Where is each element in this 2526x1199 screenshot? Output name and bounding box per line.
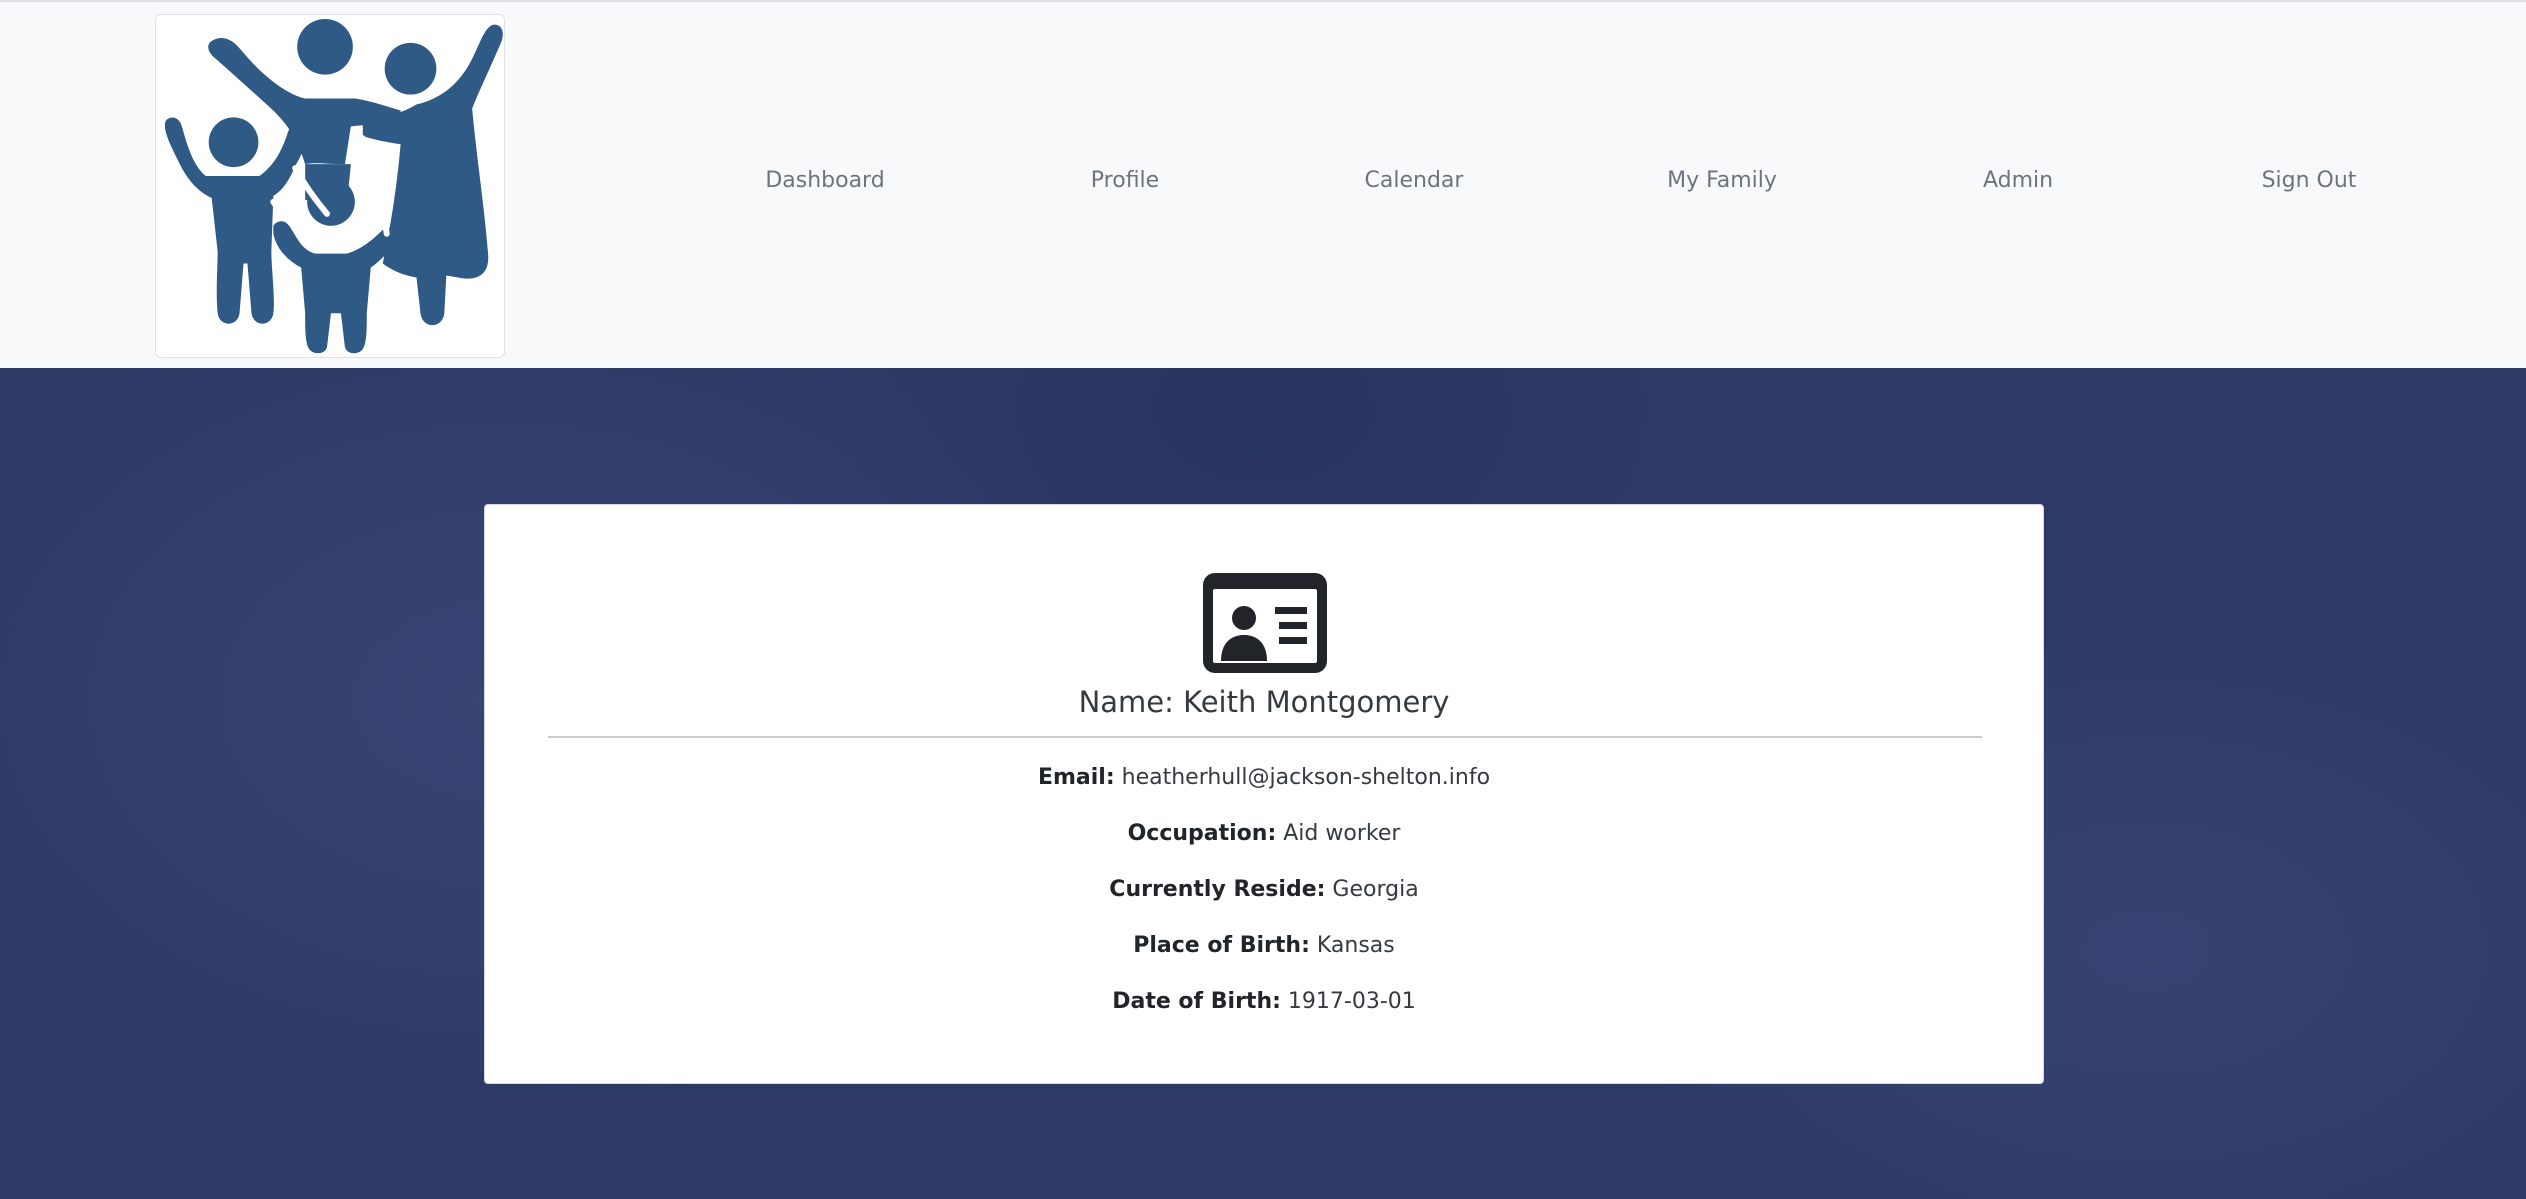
field-place-of-birth: Place of Birth: Kansas <box>485 933 2043 958</box>
field-value: Aid worker <box>1283 821 1401 846</box>
field-value: Georgia <box>1332 877 1419 902</box>
profile-name-label: Name: <box>1078 685 1174 719</box>
navbar: Dashboard Profile Calendar My Family Adm… <box>0 0 2526 368</box>
field-occupation: Occupation: Aid worker <box>485 821 2043 846</box>
field-label: Currently Reside: <box>1109 877 1326 902</box>
field-email: Email: heatherhull@jackson-shelton.info <box>485 765 2043 790</box>
nav-link-admin[interactable]: Admin <box>1983 168 2053 193</box>
id-card-icon <box>1201 571 1329 675</box>
nav-link-dashboard[interactable]: Dashboard <box>765 168 884 193</box>
profile-name-value: Keith Montgomery <box>1183 685 1450 719</box>
nav-link-profile[interactable]: Profile <box>1091 168 1159 193</box>
field-label: Email: <box>1037 765 1115 790</box>
field-value: 1917-03-01 <box>1287 989 1416 1014</box>
profile-card: Name: Keith Montgomery Email: heatherhul… <box>484 504 2044 1084</box>
field-date-of-birth: Date of Birth: 1917-03-01 <box>485 989 2043 1014</box>
nav-link-sign-out[interactable]: Sign Out <box>2262 168 2357 193</box>
field-label: Place of Birth: <box>1133 933 1310 958</box>
field-currently-reside: Currently Reside: Georgia <box>485 877 2043 902</box>
profile-name: Name: Keith Montgomery <box>485 685 2043 719</box>
page: Dashboard Profile Calendar My Family Adm… <box>0 0 2526 1199</box>
nav-menu: Dashboard Profile Calendar My Family Adm… <box>0 2 2526 370</box>
divider <box>548 736 1982 738</box>
field-value: heatherhull@jackson-shelton.info <box>1121 765 1491 790</box>
field-label: Date of Birth: <box>1112 989 1281 1014</box>
nav-link-my-family[interactable]: My Family <box>1667 168 1777 193</box>
field-label: Occupation: <box>1127 821 1277 846</box>
nav-link-calendar[interactable]: Calendar <box>1365 168 1464 193</box>
field-value: Kansas <box>1316 933 1395 958</box>
